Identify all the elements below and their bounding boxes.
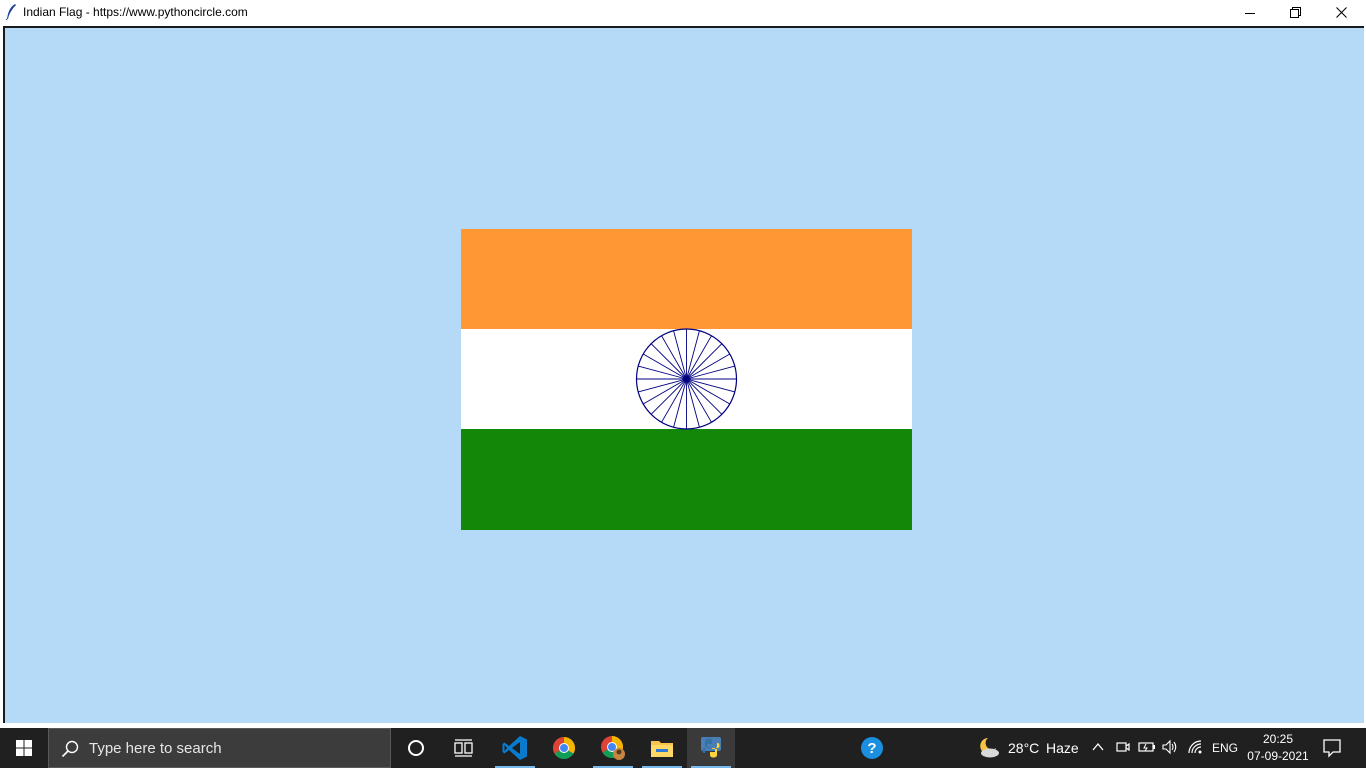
task-view-button[interactable] bbox=[440, 728, 488, 768]
chakra-hub bbox=[683, 376, 690, 382]
window-title: Indian Flag - https://www.pythoncircle.c… bbox=[23, 5, 248, 19]
weather-condition[interactable]: Haze bbox=[1046, 740, 1079, 756]
feather-icon bbox=[5, 4, 16, 20]
volume-tray-button[interactable] bbox=[1161, 739, 1179, 760]
weather-temperature[interactable]: 28°C bbox=[1008, 740, 1039, 756]
cortana-button[interactable] bbox=[392, 728, 440, 768]
wifi-icon bbox=[1188, 740, 1202, 754]
close-icon bbox=[1335, 7, 1347, 18]
help-taskbar-button[interactable]: ? bbox=[848, 728, 896, 768]
taskbar: Type here to search ? 28°C Haze ENG 20:2… bbox=[0, 728, 1366, 768]
clock[interactable]: 20:25 07-09-2021 bbox=[1246, 731, 1310, 765]
restore-icon bbox=[1289, 7, 1301, 18]
ashoka-chakra bbox=[635, 328, 738, 430]
notification-center-button[interactable] bbox=[1322, 738, 1342, 763]
svg-text:?: ? bbox=[867, 740, 876, 757]
minimize-button[interactable] bbox=[1227, 0, 1273, 25]
minimize-icon bbox=[1245, 12, 1255, 14]
battery-icon bbox=[1138, 742, 1155, 752]
file-explorer-icon bbox=[651, 741, 673, 757]
chevron-up-icon bbox=[1092, 742, 1104, 751]
saffron-stripe bbox=[461, 229, 912, 329]
flag-canvas[interactable] bbox=[5, 28, 1364, 723]
weather-widget[interactable] bbox=[975, 736, 1001, 760]
input-language[interactable]: ENG bbox=[1212, 741, 1238, 755]
search-box[interactable]: Type here to search bbox=[48, 728, 391, 768]
meet-now-tray-button[interactable] bbox=[1115, 739, 1131, 760]
file-explorer-taskbar-button[interactable] bbox=[638, 728, 686, 768]
battery-tray-button[interactable] bbox=[1138, 739, 1156, 760]
python-taskbar-button[interactable] bbox=[687, 728, 735, 768]
speaker-icon bbox=[1162, 739, 1177, 755]
meet-now-icon bbox=[1116, 742, 1130, 752]
clock-time: 20:25 bbox=[1262, 732, 1294, 746]
search-icon bbox=[61, 740, 79, 758]
vscode-icon bbox=[502, 736, 527, 760]
chrome-profile-icon bbox=[601, 736, 625, 760]
network-tray-button[interactable] bbox=[1187, 739, 1205, 760]
green-stripe bbox=[461, 429, 912, 530]
search-placeholder: Type here to search bbox=[89, 740, 222, 757]
flag-drawing bbox=[5, 28, 1364, 723]
close-button[interactable] bbox=[1318, 0, 1364, 25]
chrome-icon bbox=[553, 737, 575, 759]
show-hidden-icons-button[interactable] bbox=[1091, 740, 1105, 759]
restore-button[interactable] bbox=[1272, 0, 1318, 25]
moon-cloud-icon bbox=[980, 738, 999, 758]
notification-icon bbox=[1323, 739, 1341, 758]
cortana-icon bbox=[408, 740, 424, 756]
python-icon bbox=[701, 737, 721, 758]
task-view-icon bbox=[454, 739, 473, 757]
windows-start-icon bbox=[16, 740, 32, 756]
help-icon: ? bbox=[861, 737, 883, 759]
vscode-taskbar-button[interactable] bbox=[491, 728, 539, 768]
start-button[interactable] bbox=[0, 728, 48, 768]
chrome-taskbar-button[interactable] bbox=[540, 728, 588, 768]
clock-date: 07-09-2021 bbox=[1247, 749, 1309, 763]
chrome-profile-taskbar-button[interactable] bbox=[589, 728, 637, 768]
title-bar: Indian Flag - https://www.pythoncircle.c… bbox=[0, 0, 1366, 25]
